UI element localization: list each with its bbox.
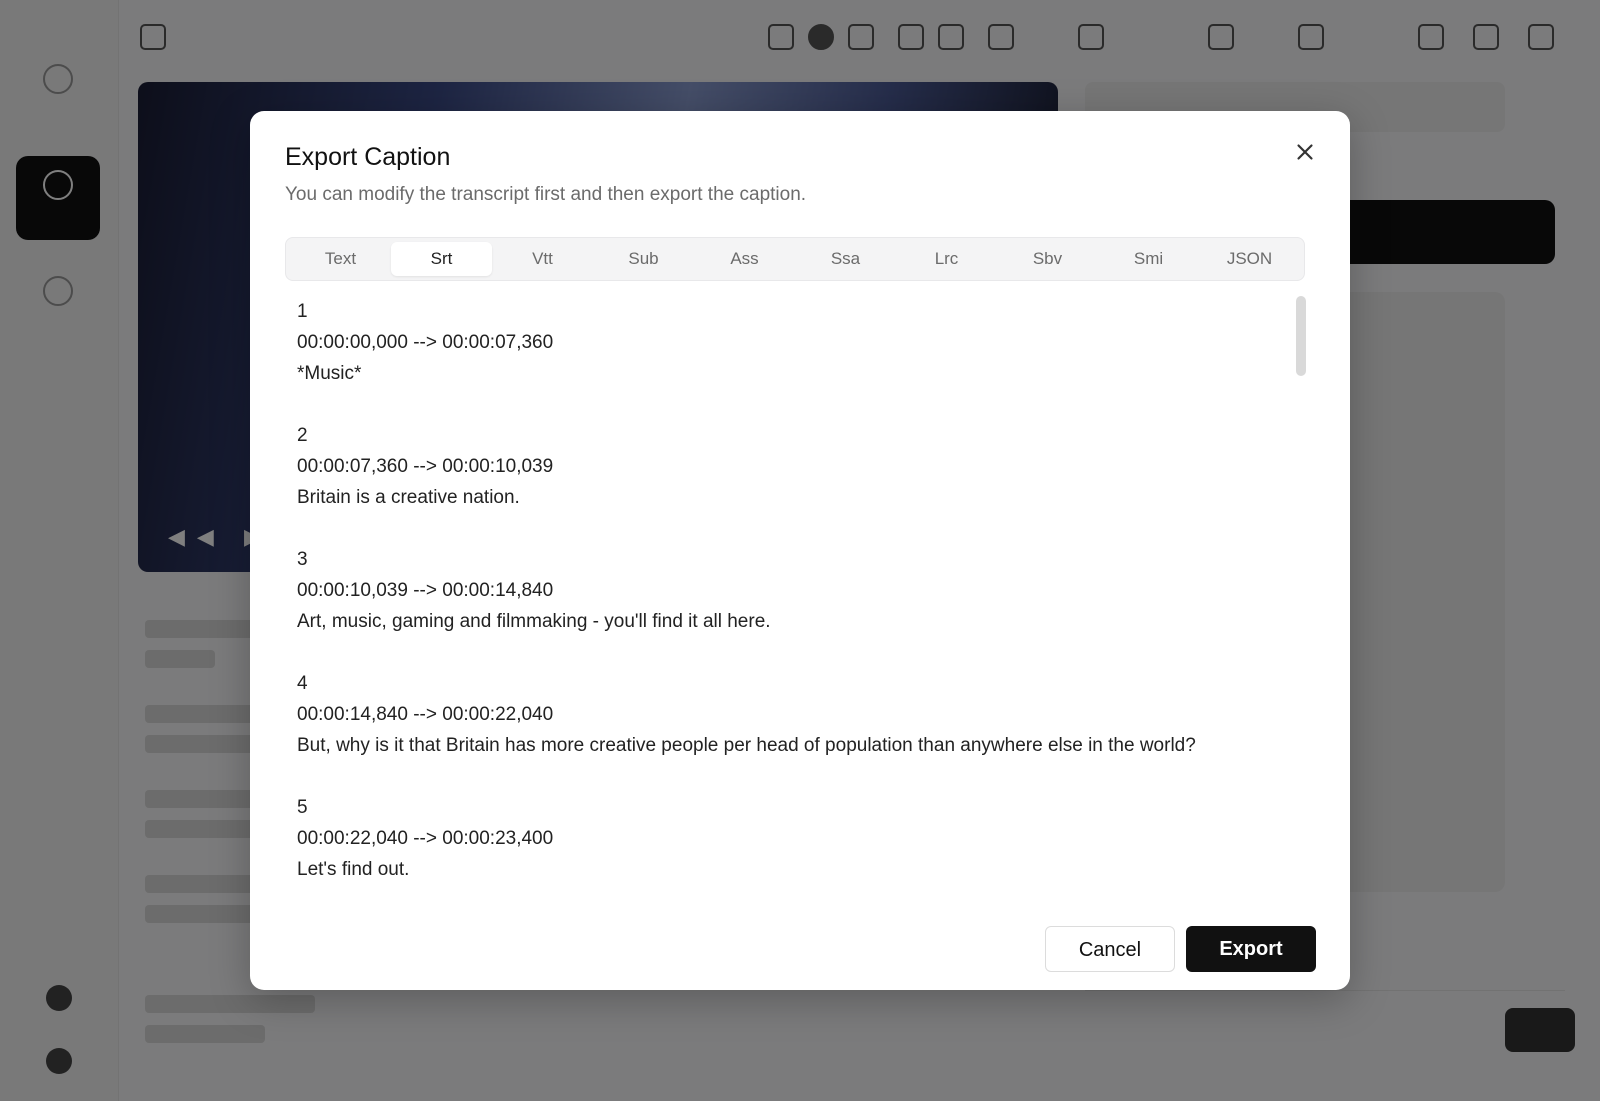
tab-vtt[interactable]: Vtt [492, 242, 593, 276]
cue-index: 5 [297, 797, 308, 818]
caption-editor[interactable]: 1 00:00:00,000 --> 00:00:07,360 *Music* 2 00… [297, 296, 1287, 881]
tab-ass[interactable]: Ass [694, 242, 795, 276]
cue-time: 00:00:07,360 --> 00:00:10,039 [297, 456, 554, 477]
cue-text: Let's find out. [297, 859, 410, 880]
caption-cue: 4 00:00:14,840 --> 00:00:22,040 But, why i… [297, 668, 1287, 761]
cue-time: 00:00:10,039 --> 00:00:14,840 [297, 580, 554, 601]
close-icon[interactable] [1292, 139, 1318, 165]
tab-sub[interactable]: Sub [593, 242, 694, 276]
cue-text: Art, music, gaming and filmmaking - you'… [297, 611, 771, 632]
scrollbar[interactable] [1296, 296, 1306, 376]
export-button[interactable]: Export [1186, 926, 1316, 972]
tab-srt[interactable]: Srt [391, 242, 492, 276]
cue-index: 3 [297, 549, 308, 570]
cue-time: 00:00:00,000 --> 00:00:07,360 [297, 332, 554, 353]
caption-cue: 1 00:00:00,000 --> 00:00:07,360 *Music* [297, 296, 1287, 389]
app-background: ◀◀ ▶ Export Caption You can modify the t… [0, 0, 1600, 1101]
cue-time: 00:00:14,840 --> 00:00:22,040 [297, 704, 554, 725]
cue-time: 00:00:22,040 --> 00:00:23,400 [297, 828, 554, 849]
tab-ssa[interactable]: Ssa [795, 242, 896, 276]
tab-json[interactable]: JSON [1199, 242, 1300, 276]
tab-lrc[interactable]: Lrc [896, 242, 997, 276]
cue-index: 2 [297, 425, 308, 446]
caption-cue: 3 00:00:10,039 --> 00:00:14,840 Art, music… [297, 544, 1287, 637]
cue-text: Britain is a creative nation. [297, 487, 520, 508]
cue-text: But, why is it that Britain has more cre… [297, 735, 1196, 756]
cue-text: *Music* [297, 363, 362, 384]
dialog-subtitle: You can modify the transcript first and … [285, 184, 807, 205]
tab-smi[interactable]: Smi [1098, 242, 1199, 276]
cancel-button[interactable]: Cancel [1045, 926, 1175, 972]
cue-index: 1 [297, 301, 308, 322]
format-tabs: Text Srt Vtt Sub Ass Ssa Lrc Sbv Smi JSON [285, 237, 1305, 281]
caption-cue: 5 00:00:22,040 --> 00:00:23,400 Let's find… [297, 792, 1287, 881]
dialog-title: Export Caption [285, 143, 451, 171]
export-caption-dialog: Export Caption You can modify the transc… [250, 111, 1350, 990]
cue-index: 4 [297, 673, 308, 694]
tab-text[interactable]: Text [290, 242, 391, 276]
caption-cue: 2 00:00:07,360 --> 00:00:10,039 Britain is… [297, 420, 1287, 513]
tab-sbv[interactable]: Sbv [997, 242, 1098, 276]
